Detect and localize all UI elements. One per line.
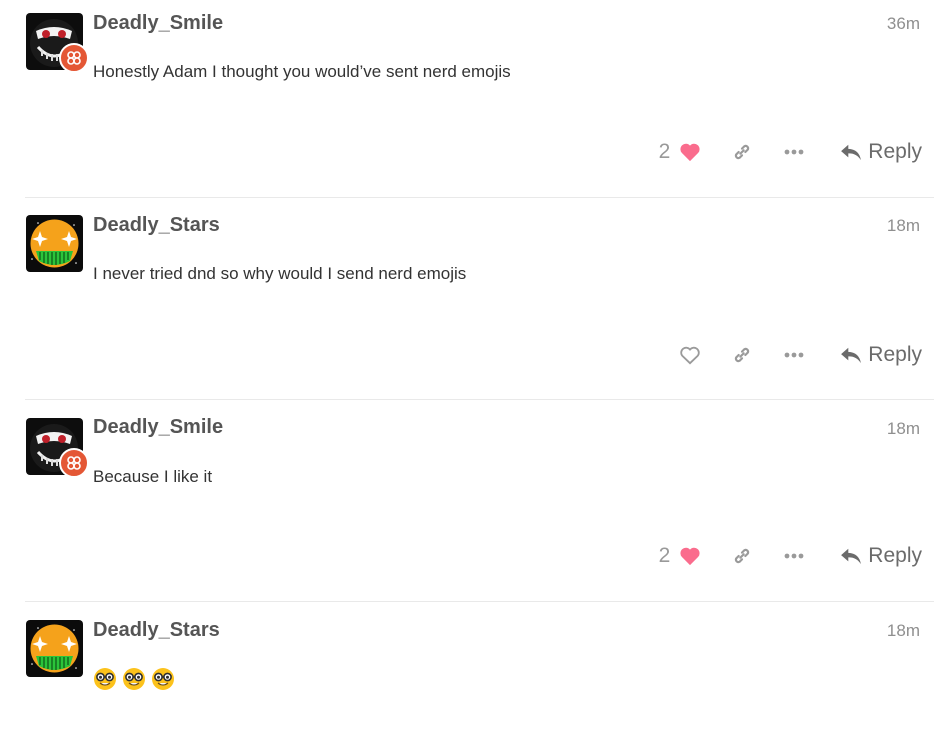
avatar[interactable] bbox=[26, 215, 83, 272]
reply-button[interactable]: Reply bbox=[840, 140, 922, 164]
post-body: I never tried dnd so why would I send ne… bbox=[93, 264, 467, 283]
divider bbox=[25, 399, 934, 400]
more-options-icon[interactable] bbox=[782, 140, 806, 164]
reply-button[interactable]: Reply bbox=[840, 343, 922, 367]
more-options-icon[interactable] bbox=[782, 544, 806, 568]
username[interactable]: Deadly_Smile bbox=[93, 12, 223, 35]
post-time[interactable]: 18m bbox=[887, 216, 920, 236]
post-time[interactable]: 18m bbox=[887, 419, 920, 439]
heart-outline-icon[interactable] bbox=[678, 343, 702, 367]
nerd-face-icon bbox=[122, 667, 146, 691]
username[interactable]: Deadly_Smile bbox=[93, 416, 223, 439]
avatar[interactable] bbox=[26, 620, 83, 677]
more-options-icon[interactable] bbox=[782, 343, 806, 367]
link-icon[interactable] bbox=[730, 544, 754, 568]
post-time[interactable]: 36m bbox=[887, 14, 920, 34]
like-count[interactable]: 2 bbox=[659, 544, 671, 568]
nerd-face-icon bbox=[151, 667, 175, 691]
post-body bbox=[93, 667, 180, 691]
post-time[interactable]: 18m bbox=[887, 621, 920, 641]
like-count[interactable]: 2 bbox=[659, 140, 671, 164]
group-badge-icon bbox=[59, 448, 89, 478]
divider bbox=[25, 601, 934, 602]
heart-icon[interactable] bbox=[678, 544, 702, 568]
post-body: Honestly Adam I thought you would’ve sen… bbox=[93, 62, 511, 81]
post-actions: Reply bbox=[678, 340, 922, 370]
divider bbox=[25, 197, 934, 198]
link-icon[interactable] bbox=[730, 343, 754, 367]
nerd-face-icon bbox=[93, 667, 117, 691]
heart-icon[interactable] bbox=[678, 140, 702, 164]
reply-button[interactable]: Reply bbox=[840, 544, 922, 568]
reply-label: Reply bbox=[868, 343, 922, 366]
reply-label: Reply bbox=[868, 544, 922, 567]
username[interactable]: Deadly_Stars bbox=[93, 619, 220, 642]
link-icon[interactable] bbox=[730, 140, 754, 164]
reply-label: Reply bbox=[868, 140, 922, 163]
post-actions: 2 Reply bbox=[659, 541, 922, 571]
username[interactable]: Deadly_Stars bbox=[93, 214, 220, 237]
group-badge-icon bbox=[59, 43, 89, 73]
post-actions: 2 Reply bbox=[659, 137, 922, 167]
post-body: Because I like it bbox=[93, 467, 213, 486]
